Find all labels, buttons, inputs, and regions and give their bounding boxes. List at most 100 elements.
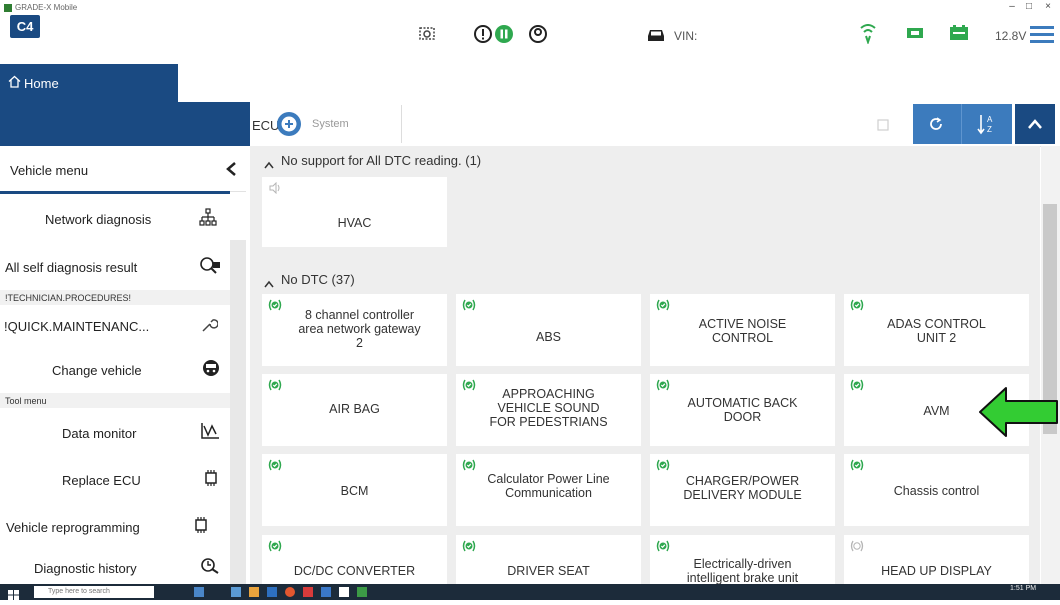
sidebar-item-label: Change vehicle xyxy=(52,363,142,378)
app-icon[interactable] xyxy=(231,587,241,597)
ecu-tile-calculator-power-line[interactable]: Calculator Power Line Communication xyxy=(456,454,641,526)
pause-icon[interactable] xyxy=(494,24,514,49)
minimize-button[interactable]: – xyxy=(1005,1,1019,12)
history-icon xyxy=(200,557,220,578)
app-icon[interactable] xyxy=(339,587,349,597)
sort-az-icon: AZ xyxy=(977,115,993,135)
sidebar-item-replace-ecu[interactable]: Replace ECU xyxy=(0,455,230,503)
ecu-name: DC/DC CONVERTER xyxy=(293,564,416,578)
sidebar-item-label: Diagnostic history xyxy=(34,561,137,576)
ecu-tile-automatic-back-door[interactable]: AUTOMATIC BACK DOOR xyxy=(650,374,835,446)
home-icon xyxy=(8,75,21,91)
window-title-bar: GRADE-X Mobile – □ × xyxy=(0,0,1060,17)
sidebar-item-all-self-diagnosis[interactable]: All self diagnosis result xyxy=(0,242,230,291)
status-ok-icon xyxy=(462,539,476,557)
collapse-button[interactable] xyxy=(1015,104,1055,144)
highlight-arrow xyxy=(978,386,1060,443)
ecu-system-toggle[interactable] xyxy=(276,111,310,142)
tab-home[interactable]: Home xyxy=(0,64,178,102)
ecu-tile-electric-brake-unit[interactable]: Electrically-driven intelligent brake un… xyxy=(650,535,835,584)
mail-icon[interactable] xyxy=(267,587,277,597)
sidebar-item-change-vehicle[interactable]: Change vehicle xyxy=(0,346,230,394)
wrench-icon xyxy=(200,316,219,337)
vehicle-menu-header[interactable]: Vehicle menu xyxy=(0,146,246,192)
vehicle-menu-title: Vehicle menu xyxy=(10,163,89,178)
ecu-tile-approaching-vehicle-sound[interactable]: APPROACHING VEHICLE SOUND FOR PEDESTRIAN… xyxy=(456,374,641,446)
ecu-name-line: Calculator Power Line xyxy=(487,472,610,486)
ecu-name-line: 8 channel controller xyxy=(304,308,415,322)
svg-text:A: A xyxy=(987,115,993,124)
ecu-name-line: APPROACHING xyxy=(502,387,595,401)
grade-x-app-icon[interactable] xyxy=(357,587,367,597)
clipboard-icon[interactable] xyxy=(877,118,889,136)
group-header-no-support: No support for All DTC reading. (1) xyxy=(281,153,482,168)
sidebar-category-tool-menu: Tool menu xyxy=(0,393,230,409)
ecu-tile-driver-seat[interactable]: DRIVER SEAT xyxy=(456,535,641,584)
chevron-up-icon[interactable] xyxy=(264,275,274,293)
hamburger-menu-icon[interactable] xyxy=(1030,25,1054,48)
taskbar-search-input[interactable]: Type here to search xyxy=(34,586,154,598)
app-icon[interactable] xyxy=(303,587,313,597)
taskbar-clock: 1:51 PM xyxy=(1010,585,1037,592)
ecu-name-line: CHARGER/POWER xyxy=(685,474,800,488)
sidebar-item-label: All self diagnosis result xyxy=(5,260,138,275)
ecu-tile-abs[interactable]: ABS xyxy=(456,294,641,366)
search-field[interactable] xyxy=(401,105,907,143)
content-scrollbar[interactable] xyxy=(1041,146,1060,584)
sidebar-item-quick-maintenance[interactable]: !QUICK.MAINTENANC... xyxy=(0,305,230,347)
refresh-button[interactable] xyxy=(913,104,961,144)
app-icon[interactable] xyxy=(321,587,331,597)
sidebar-header-strip xyxy=(0,102,250,146)
status-ok-icon xyxy=(850,298,864,316)
ecu-tile-bcm[interactable]: BCM xyxy=(262,454,447,526)
speaker-icon xyxy=(850,539,864,557)
ecu-name: AIR BAG xyxy=(329,402,380,416)
car-search-icon xyxy=(199,256,221,279)
ecu-tile-charger-power-delivery[interactable]: CHARGER/POWER DELIVERY MODULE xyxy=(650,454,835,526)
chevron-up-icon[interactable] xyxy=(264,156,274,174)
maximize-button[interactable]: □ xyxy=(1022,1,1036,12)
sidebar-item-network-diagnosis[interactable]: Network diagnosis xyxy=(0,194,230,243)
alert-icon[interactable] xyxy=(473,24,493,49)
browser-icon[interactable] xyxy=(285,587,295,597)
status-ok-icon xyxy=(850,378,864,396)
ecu-tile-chassis-control[interactable]: Chassis control xyxy=(844,454,1029,526)
group-header-no-dtc: No DTC (37) xyxy=(281,272,355,287)
ecu-name-line: VEHICLE SOUND xyxy=(497,401,600,415)
sort-button[interactable]: AZ xyxy=(961,104,1012,144)
tab-home-label: Home xyxy=(24,76,59,91)
sidebar-item-diagnostic-history[interactable]: Diagnostic history xyxy=(0,549,230,585)
close-button[interactable]: × xyxy=(1041,1,1055,12)
ecu-name-line: ADAS CONTROL xyxy=(887,317,986,331)
ecu-name-line: CONTROL xyxy=(711,331,774,345)
sidebar-item-vehicle-reprogramming[interactable]: Vehicle reprogramming xyxy=(0,502,230,550)
ecu-tile-active-noise-control[interactable]: ACTIVE NOISE CONTROL xyxy=(650,294,835,366)
chevron-left-icon[interactable] xyxy=(225,161,237,180)
chevron-up-icon xyxy=(1028,119,1042,129)
camera-icon[interactable] xyxy=(418,24,436,47)
ecu-name: Chassis control xyxy=(893,484,980,498)
status-ok-icon xyxy=(462,298,476,316)
ecu-tile-dc-dc-converter[interactable]: DC/DC CONVERTER xyxy=(262,535,447,584)
taskview-icon[interactable] xyxy=(194,587,204,597)
status-ok-icon xyxy=(268,298,282,316)
app-logo: C4 xyxy=(10,15,40,38)
status-ok-icon xyxy=(268,458,282,476)
sidebar-item-label: Network diagnosis xyxy=(45,212,152,227)
ecu-tile-can-gateway[interactable]: 8 channel controller area network gatewa… xyxy=(262,294,447,366)
sidebar: Vehicle menu Network diagnosis All self … xyxy=(0,146,251,585)
user-icon[interactable] xyxy=(528,24,548,49)
folder-icon[interactable] xyxy=(249,587,259,597)
windows-start-icon[interactable] xyxy=(8,587,19,605)
ecu-tile-head-up-display[interactable]: HEAD UP DISPLAY xyxy=(844,535,1029,584)
ecu-tile-hvac[interactable]: HVAC xyxy=(262,177,447,247)
connection-icon xyxy=(904,24,926,47)
sidebar-item-data-monitor[interactable]: Data monitor xyxy=(0,408,230,456)
ecu-name: HEAD UP DISPLAY xyxy=(881,564,992,578)
sidebar-scrollbar[interactable] xyxy=(230,240,246,584)
voltage-readout: 12.8V xyxy=(995,29,1027,43)
ecu-tile-air-bag[interactable]: AIR BAG xyxy=(262,374,447,446)
ecu-tile-adas-control-unit-2[interactable]: ADAS CONTROL UNIT 2 xyxy=(844,294,1029,366)
ecu-name-line: AUTOMATIC BACK xyxy=(687,396,798,410)
ecu-name-line: intelligent brake unit xyxy=(686,571,799,584)
